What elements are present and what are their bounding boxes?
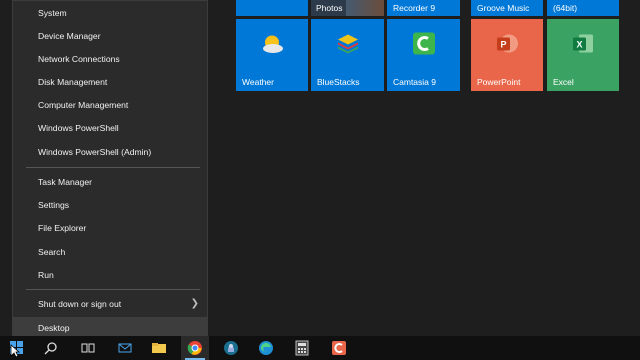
tile-label: Camtasia 9	[393, 77, 436, 87]
menu-separator	[26, 289, 200, 290]
tile-bluestacks[interactable]: BlueStacks	[311, 19, 384, 91]
camtasia-taskbar-icon[interactable]	[330, 339, 348, 357]
tile-label: Groove Music	[477, 3, 530, 13]
tile-camtasia[interactable]: Camtasia 9	[387, 19, 460, 91]
tile-label: PowerPoint	[477, 77, 521, 87]
menu-item-windows-powershell-admin[interactable]: Windows PowerShell (Admin)	[13, 141, 207, 163]
tile-powerpoint[interactable]: P PowerPoint	[471, 19, 543, 91]
menu-item-system[interactable]: System	[13, 2, 207, 24]
cursor-icon	[10, 344, 20, 358]
tile-groove-music[interactable]: Groove Music	[471, 0, 543, 16]
winx-context-menu: System Device Manager Network Connection…	[12, 0, 208, 345]
tile-recorder[interactable]: Recorder 9	[387, 0, 460, 16]
tile-photos[interactable]	[236, 0, 308, 16]
menu-item-network-connections[interactable]: Network Connections	[13, 48, 207, 70]
weather-icon	[260, 33, 284, 60]
menu-item-windows-powershell[interactable]: Windows PowerShell	[13, 117, 207, 139]
mail-icon[interactable]	[116, 339, 134, 357]
chrome-icon[interactable]	[186, 339, 204, 357]
chevron-right-icon: ❯	[190, 298, 199, 309]
menu-item-computer-management[interactable]: Computer Management	[13, 94, 207, 116]
calculator-icon[interactable]	[293, 339, 311, 357]
security-app-icon[interactable]	[222, 339, 240, 357]
menu-item-file-explorer[interactable]: File Explorer	[13, 217, 207, 239]
search-icon[interactable]	[42, 339, 60, 357]
camtasia-icon	[412, 32, 436, 61]
svg-text:X: X	[576, 40, 582, 50]
menu-item-disk-management[interactable]: Disk Management	[13, 71, 207, 93]
tile-photos-2[interactable]: Photos	[311, 0, 384, 16]
menu-item-label: Shut down or sign out	[38, 299, 122, 309]
file-explorer-icon[interactable]	[150, 339, 168, 357]
tile-weather[interactable]: Weather	[236, 19, 308, 91]
menu-item-settings[interactable]: Settings	[13, 194, 207, 216]
menu-item-shutdown[interactable]: Shut down or sign out ❯	[13, 293, 207, 315]
menu-separator	[26, 167, 200, 168]
powerpoint-icon: P	[495, 32, 519, 61]
menu-item-device-manager[interactable]: Device Manager	[13, 25, 207, 47]
tile-label: Recorder 9	[393, 3, 436, 13]
menu-item-search[interactable]: Search	[13, 241, 207, 263]
tile-excel[interactable]: X Excel	[547, 19, 619, 91]
tile-label: BlueStacks	[317, 77, 360, 87]
menu-item-run[interactable]: Run	[13, 264, 207, 286]
bluestacks-icon	[336, 33, 360, 60]
menu-item-task-manager[interactable]: Task Manager	[13, 171, 207, 193]
tile-label: (64bit)	[553, 3, 578, 13]
tile-label: Photos	[316, 3, 343, 13]
edge-icon[interactable]	[257, 339, 275, 357]
svg-text:P: P	[500, 40, 506, 50]
task-view-icon[interactable]	[79, 339, 97, 357]
tile-label: Weather	[242, 77, 274, 87]
excel-icon: X	[571, 32, 595, 61]
tile-64bit[interactable]: (64bit)	[547, 0, 619, 16]
tile-label: Excel	[553, 77, 574, 87]
